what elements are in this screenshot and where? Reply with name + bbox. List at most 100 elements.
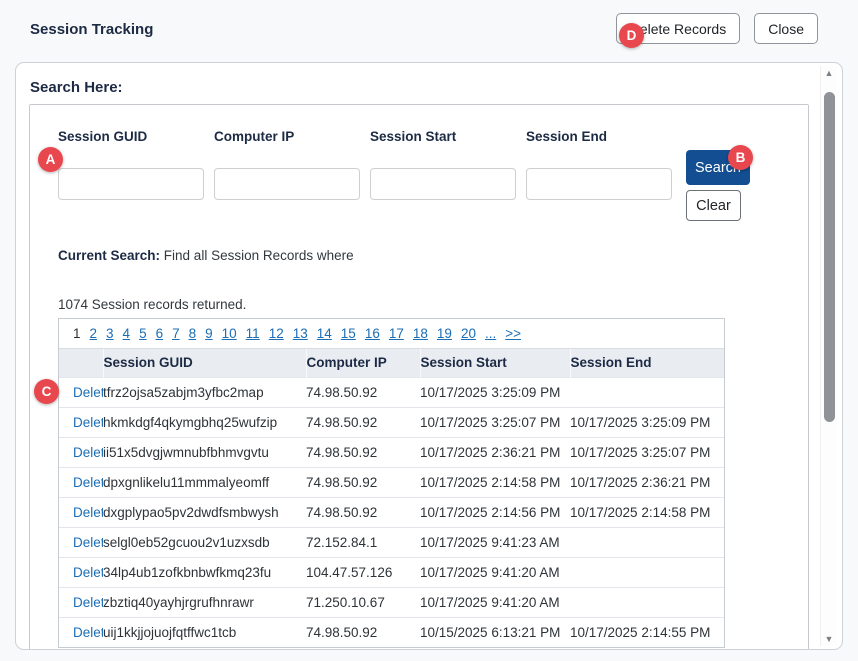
delete-row-link[interactable]: Delete — [73, 445, 103, 460]
session-start-cell: 10/17/2025 2:14:58 PM — [420, 468, 570, 498]
panel-content: Search Here: Session GUID Computer IP Se… — [16, 63, 842, 649]
delete-cell: Delete — [59, 468, 103, 498]
table-row: Deleteii51x5dvgjwmnubfbhmvgvtu74.98.50.9… — [59, 438, 724, 468]
search-fields-row: Session GUID Computer IP Session Start S… — [58, 129, 808, 221]
session-end-input[interactable] — [526, 168, 672, 200]
pagination-link[interactable]: 7 — [172, 326, 180, 341]
delete-row-link[interactable]: Delete — [73, 415, 103, 430]
pagination-link[interactable]: ... — [485, 326, 496, 341]
table-row: Deletetfrz2ojsa5zabjm3yfbc2map74.98.50.9… — [59, 378, 724, 408]
table-row: Deletedpxgnlikelu11mmmalyeomff74.98.50.9… — [59, 468, 724, 498]
pagination-link[interactable]: 17 — [389, 326, 404, 341]
session-start-cell: 10/17/2025 3:25:09 PM — [420, 378, 570, 408]
session-end-cell — [570, 588, 724, 618]
computer-ip-cell: 74.98.50.92 — [306, 468, 420, 498]
session-end-cell: 10/17/2025 2:36:21 PM — [570, 468, 724, 498]
annotation-badge-b: B — [728, 145, 753, 170]
pagination: 1234567891011121314151617181920...>> — [59, 319, 724, 349]
pagination-link[interactable]: 5 — [139, 326, 147, 341]
session-start-label: Session Start — [370, 129, 526, 144]
session-end-cell — [570, 558, 724, 588]
page-title: Session Tracking — [30, 13, 153, 38]
session-end-column-header: Session End — [570, 349, 724, 378]
delete-row-link[interactable]: Delete — [73, 475, 103, 490]
computer-ip-cell: 104.47.57.126 — [306, 558, 420, 588]
computer-ip-cell: 74.98.50.92 — [306, 438, 420, 468]
session-guid-cell: dxgplypao5pv2dwdfsmbwysh — [103, 498, 306, 528]
scroll-down-icon[interactable]: ▼ — [821, 632, 837, 646]
pagination-link[interactable]: 16 — [365, 326, 380, 341]
delete-row-link[interactable]: Delete — [73, 565, 103, 580]
computer-ip-cell: 74.98.50.92 — [306, 618, 420, 648]
computer-ip-cell: 74.98.50.92 — [306, 378, 420, 408]
delete-row-link[interactable]: Delete — [73, 385, 103, 400]
close-button[interactable]: Close — [754, 13, 818, 44]
delete-cell: Delete — [59, 378, 103, 408]
session-start-input[interactable] — [370, 168, 516, 200]
top-buttons: Delete Records Close — [616, 13, 818, 44]
pagination-link[interactable]: 3 — [106, 326, 114, 341]
pagination-link[interactable]: 2 — [90, 326, 98, 341]
session-end-label: Session End — [526, 129, 682, 144]
vertical-scrollbar[interactable]: ▲ ▼ — [820, 66, 837, 646]
current-search-line: Current Search: Find all Session Records… — [58, 248, 808, 263]
delete-row-link[interactable]: Delete — [73, 535, 103, 550]
session-start-cell: 10/17/2025 2:14:56 PM — [420, 498, 570, 528]
session-start-cell: 10/17/2025 3:25:07 PM — [420, 408, 570, 438]
annotation-badge-c: C — [34, 379, 59, 404]
session-guid-cell: 34lp4ub1zofkbnbwfkmq23fu — [103, 558, 306, 588]
pagination-link[interactable]: 14 — [317, 326, 332, 341]
pagination-link[interactable]: 4 — [123, 326, 131, 341]
pagination-link[interactable]: 15 — [341, 326, 356, 341]
table-row: Deletezbztiq40yayhjrgrufhnrawr71.250.10.… — [59, 588, 724, 618]
computer-ip-input[interactable] — [214, 168, 360, 200]
computer-ip-cell: 71.250.10.67 — [306, 588, 420, 618]
clear-button[interactable]: Clear — [686, 190, 741, 221]
delete-row-link[interactable]: Delete — [73, 625, 103, 640]
session-end-cell — [570, 378, 724, 408]
delete-row-link[interactable]: Delete — [73, 505, 103, 520]
top-bar: Session Tracking Delete Records Close — [0, 0, 858, 44]
pagination-link[interactable]: 8 — [189, 326, 197, 341]
pagination-link[interactable]: 20 — [461, 326, 476, 341]
session-guid-cell: ii51x5dvgjwmnubfbhmvgvtu — [103, 438, 306, 468]
computer-ip-cell: 72.152.84.1 — [306, 528, 420, 558]
pagination-link[interactable]: 6 — [156, 326, 164, 341]
session-guid-input[interactable] — [58, 168, 204, 200]
results-table-container: 1234567891011121314151617181920...>> Ses… — [58, 318, 725, 648]
delete-cell: Delete — [59, 588, 103, 618]
session-start-cell: 10/17/2025 9:41:20 AM — [420, 588, 570, 618]
pagination-link[interactable]: 11 — [246, 326, 260, 341]
delete-row-link[interactable]: Delete — [73, 595, 103, 610]
pagination-link[interactable]: 13 — [293, 326, 308, 341]
records-count: 1074 Session records returned. — [58, 297, 808, 312]
pagination-link[interactable]: >> — [505, 326, 521, 341]
field-session-guid: Session GUID — [58, 129, 214, 221]
field-session-start: Session Start — [370, 129, 526, 221]
session-guid-cell: uij1kkjjojuojfqtffwc1tcb — [103, 618, 306, 648]
pagination-link[interactable]: 12 — [269, 326, 284, 341]
scrollbar-thumb[interactable] — [824, 92, 835, 422]
session-table-body: Deletetfrz2ojsa5zabjm3yfbc2map74.98.50.9… — [59, 378, 724, 648]
table-row: Delete34lp4ub1zofkbnbwfkmq23fu104.47.57.… — [59, 558, 724, 588]
delete-cell: Delete — [59, 618, 103, 648]
search-heading: Search Here: — [30, 79, 807, 96]
table-header-row: Session GUID Computer IP Session Start S… — [59, 349, 724, 378]
delete-cell: Delete — [59, 558, 103, 588]
session-guid-label: Session GUID — [58, 129, 214, 144]
annotation-badge-d: D — [619, 23, 644, 48]
pagination-current-page: 1 — [73, 326, 81, 341]
session-end-cell: 10/17/2025 3:25:09 PM — [570, 408, 724, 438]
delete-cell: Delete — [59, 528, 103, 558]
table-row: Deleteselgl0eb52gcuou2v1uzxsdb72.152.84.… — [59, 528, 724, 558]
delete-cell: Delete — [59, 438, 103, 468]
session-table: Session GUID Computer IP Session Start S… — [59, 349, 724, 647]
pagination-link[interactable]: 18 — [413, 326, 428, 341]
scroll-up-icon[interactable]: ▲ — [821, 66, 837, 80]
session-guid-cell: tfrz2ojsa5zabjm3yfbc2map — [103, 378, 306, 408]
pagination-link[interactable]: 10 — [222, 326, 237, 341]
computer-ip-column-header: Computer IP — [306, 349, 420, 378]
session-end-cell: 10/17/2025 2:14:55 PM — [570, 618, 724, 648]
pagination-link[interactable]: 19 — [437, 326, 452, 341]
pagination-link[interactable]: 9 — [205, 326, 213, 341]
